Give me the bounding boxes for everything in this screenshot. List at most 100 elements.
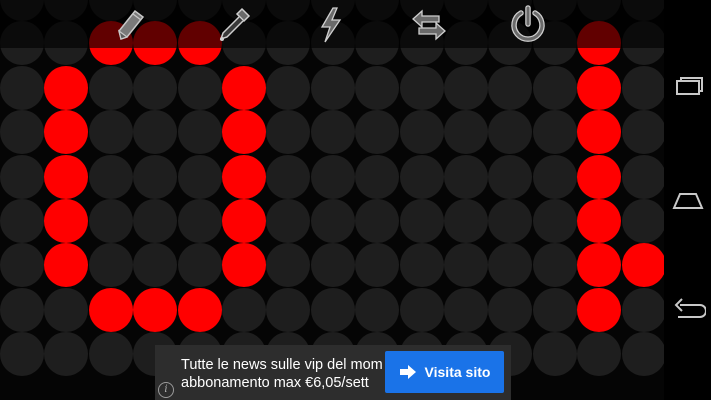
ad-text[interactable]: Tutte le news sulle vip del mom abboname… bbox=[181, 356, 384, 396]
back-button[interactable] bbox=[664, 288, 711, 334]
led-dot[interactable] bbox=[621, 199, 664, 243]
led-dot[interactable] bbox=[177, 65, 222, 110]
led-dot[interactable] bbox=[355, 287, 400, 332]
led-dot-lit[interactable] bbox=[222, 199, 266, 243]
led-dot[interactable] bbox=[0, 287, 44, 332]
led-dot[interactable] bbox=[222, 287, 266, 332]
led-dot-lit[interactable] bbox=[88, 287, 133, 332]
led-dot[interactable] bbox=[44, 332, 89, 377]
led-dot[interactable] bbox=[444, 65, 488, 110]
led-dot[interactable] bbox=[44, 287, 89, 332]
led-dot[interactable] bbox=[355, 243, 400, 288]
led-dot[interactable] bbox=[177, 154, 222, 199]
led-dot[interactable] bbox=[532, 199, 577, 243]
led-dot[interactable] bbox=[532, 332, 577, 377]
led-dot[interactable] bbox=[177, 243, 222, 288]
led-dot[interactable] bbox=[355, 65, 400, 110]
led-dot-lit[interactable] bbox=[133, 287, 178, 332]
led-dot[interactable] bbox=[444, 110, 488, 155]
led-dot[interactable] bbox=[399, 154, 444, 199]
led-dot-lit[interactable] bbox=[177, 287, 222, 332]
led-dot-lit[interactable] bbox=[222, 154, 266, 199]
led-dot-lit[interactable] bbox=[577, 199, 622, 243]
recent-apps-button[interactable] bbox=[664, 66, 711, 112]
led-dot[interactable] bbox=[0, 332, 44, 377]
led-dot[interactable] bbox=[88, 332, 133, 377]
swap-button[interactable] bbox=[406, 2, 452, 48]
led-dot[interactable] bbox=[133, 154, 178, 199]
led-dot[interactable] bbox=[310, 154, 355, 199]
led-dot[interactable] bbox=[266, 287, 311, 332]
led-dot-lit[interactable] bbox=[44, 199, 89, 243]
led-dot-lit[interactable] bbox=[577, 243, 622, 288]
led-dot[interactable] bbox=[310, 287, 355, 332]
led-dot[interactable] bbox=[399, 287, 444, 332]
led-dot-lit[interactable] bbox=[44, 154, 89, 199]
led-dot-lit[interactable] bbox=[577, 65, 622, 110]
led-dot[interactable] bbox=[133, 243, 178, 288]
led-dot[interactable] bbox=[88, 199, 133, 243]
led-dot[interactable] bbox=[310, 199, 355, 243]
led-dot[interactable] bbox=[444, 154, 488, 199]
led-dot[interactable] bbox=[532, 110, 577, 155]
led-dot[interactable] bbox=[488, 287, 533, 332]
led-dot[interactable] bbox=[621, 332, 664, 377]
led-dot[interactable] bbox=[355, 154, 400, 199]
led-dot[interactable] bbox=[266, 154, 311, 199]
led-dot-lit[interactable] bbox=[577, 287, 622, 332]
led-dot[interactable] bbox=[532, 65, 577, 110]
led-dot[interactable] bbox=[0, 65, 44, 110]
led-dot[interactable] bbox=[621, 110, 664, 155]
led-dot[interactable] bbox=[488, 110, 533, 155]
led-dot[interactable] bbox=[399, 110, 444, 155]
led-dot-lit[interactable] bbox=[222, 110, 266, 155]
led-dot[interactable] bbox=[621, 287, 664, 332]
led-dot[interactable] bbox=[88, 243, 133, 288]
led-dot[interactable] bbox=[88, 65, 133, 110]
led-dot[interactable] bbox=[532, 243, 577, 288]
led-dot[interactable] bbox=[355, 199, 400, 243]
led-dot[interactable] bbox=[0, 110, 44, 155]
led-board[interactable] bbox=[0, 0, 664, 400]
led-dot[interactable] bbox=[532, 154, 577, 199]
led-dot[interactable] bbox=[133, 110, 178, 155]
led-dot[interactable] bbox=[177, 199, 222, 243]
led-dot[interactable] bbox=[621, 65, 664, 110]
led-dot-lit[interactable] bbox=[577, 110, 622, 155]
pencil-button[interactable] bbox=[108, 2, 154, 48]
visit-site-button[interactable]: Visita sito bbox=[385, 351, 504, 393]
led-dot-lit[interactable] bbox=[222, 65, 266, 110]
led-dot[interactable] bbox=[488, 199, 533, 243]
led-dot[interactable] bbox=[88, 154, 133, 199]
led-dot[interactable] bbox=[88, 110, 133, 155]
led-dot[interactable] bbox=[488, 65, 533, 110]
home-button[interactable] bbox=[664, 177, 711, 223]
info-icon[interactable]: i bbox=[158, 382, 174, 398]
led-dot-lit[interactable] bbox=[44, 110, 89, 155]
led-dot[interactable] bbox=[532, 287, 577, 332]
lightning-button[interactable] bbox=[308, 2, 354, 48]
led-dot[interactable] bbox=[488, 154, 533, 199]
led-dot[interactable] bbox=[577, 332, 622, 377]
led-dot[interactable] bbox=[399, 199, 444, 243]
led-dot-lit[interactable] bbox=[621, 243, 664, 288]
led-dot[interactable] bbox=[444, 287, 488, 332]
led-dot-lit[interactable] bbox=[44, 65, 89, 110]
led-dot[interactable] bbox=[266, 243, 311, 288]
led-dot[interactable] bbox=[133, 65, 178, 110]
ad-banner[interactable]: i Tutte le news sulle vip del mom abbona… bbox=[155, 345, 511, 400]
led-dot[interactable] bbox=[310, 65, 355, 110]
led-dot[interactable] bbox=[0, 243, 44, 288]
led-dot-lit[interactable] bbox=[577, 154, 622, 199]
led-dot-lit[interactable] bbox=[44, 243, 89, 288]
led-dot[interactable] bbox=[399, 65, 444, 110]
led-dot[interactable] bbox=[177, 110, 222, 155]
led-dot[interactable] bbox=[444, 243, 488, 288]
led-dot[interactable] bbox=[310, 110, 355, 155]
led-dot[interactable] bbox=[266, 199, 311, 243]
led-dot[interactable] bbox=[444, 199, 488, 243]
power-button[interactable] bbox=[505, 2, 551, 48]
led-dot[interactable] bbox=[355, 110, 400, 155]
led-dot[interactable] bbox=[488, 243, 533, 288]
led-dot[interactable] bbox=[621, 154, 664, 199]
